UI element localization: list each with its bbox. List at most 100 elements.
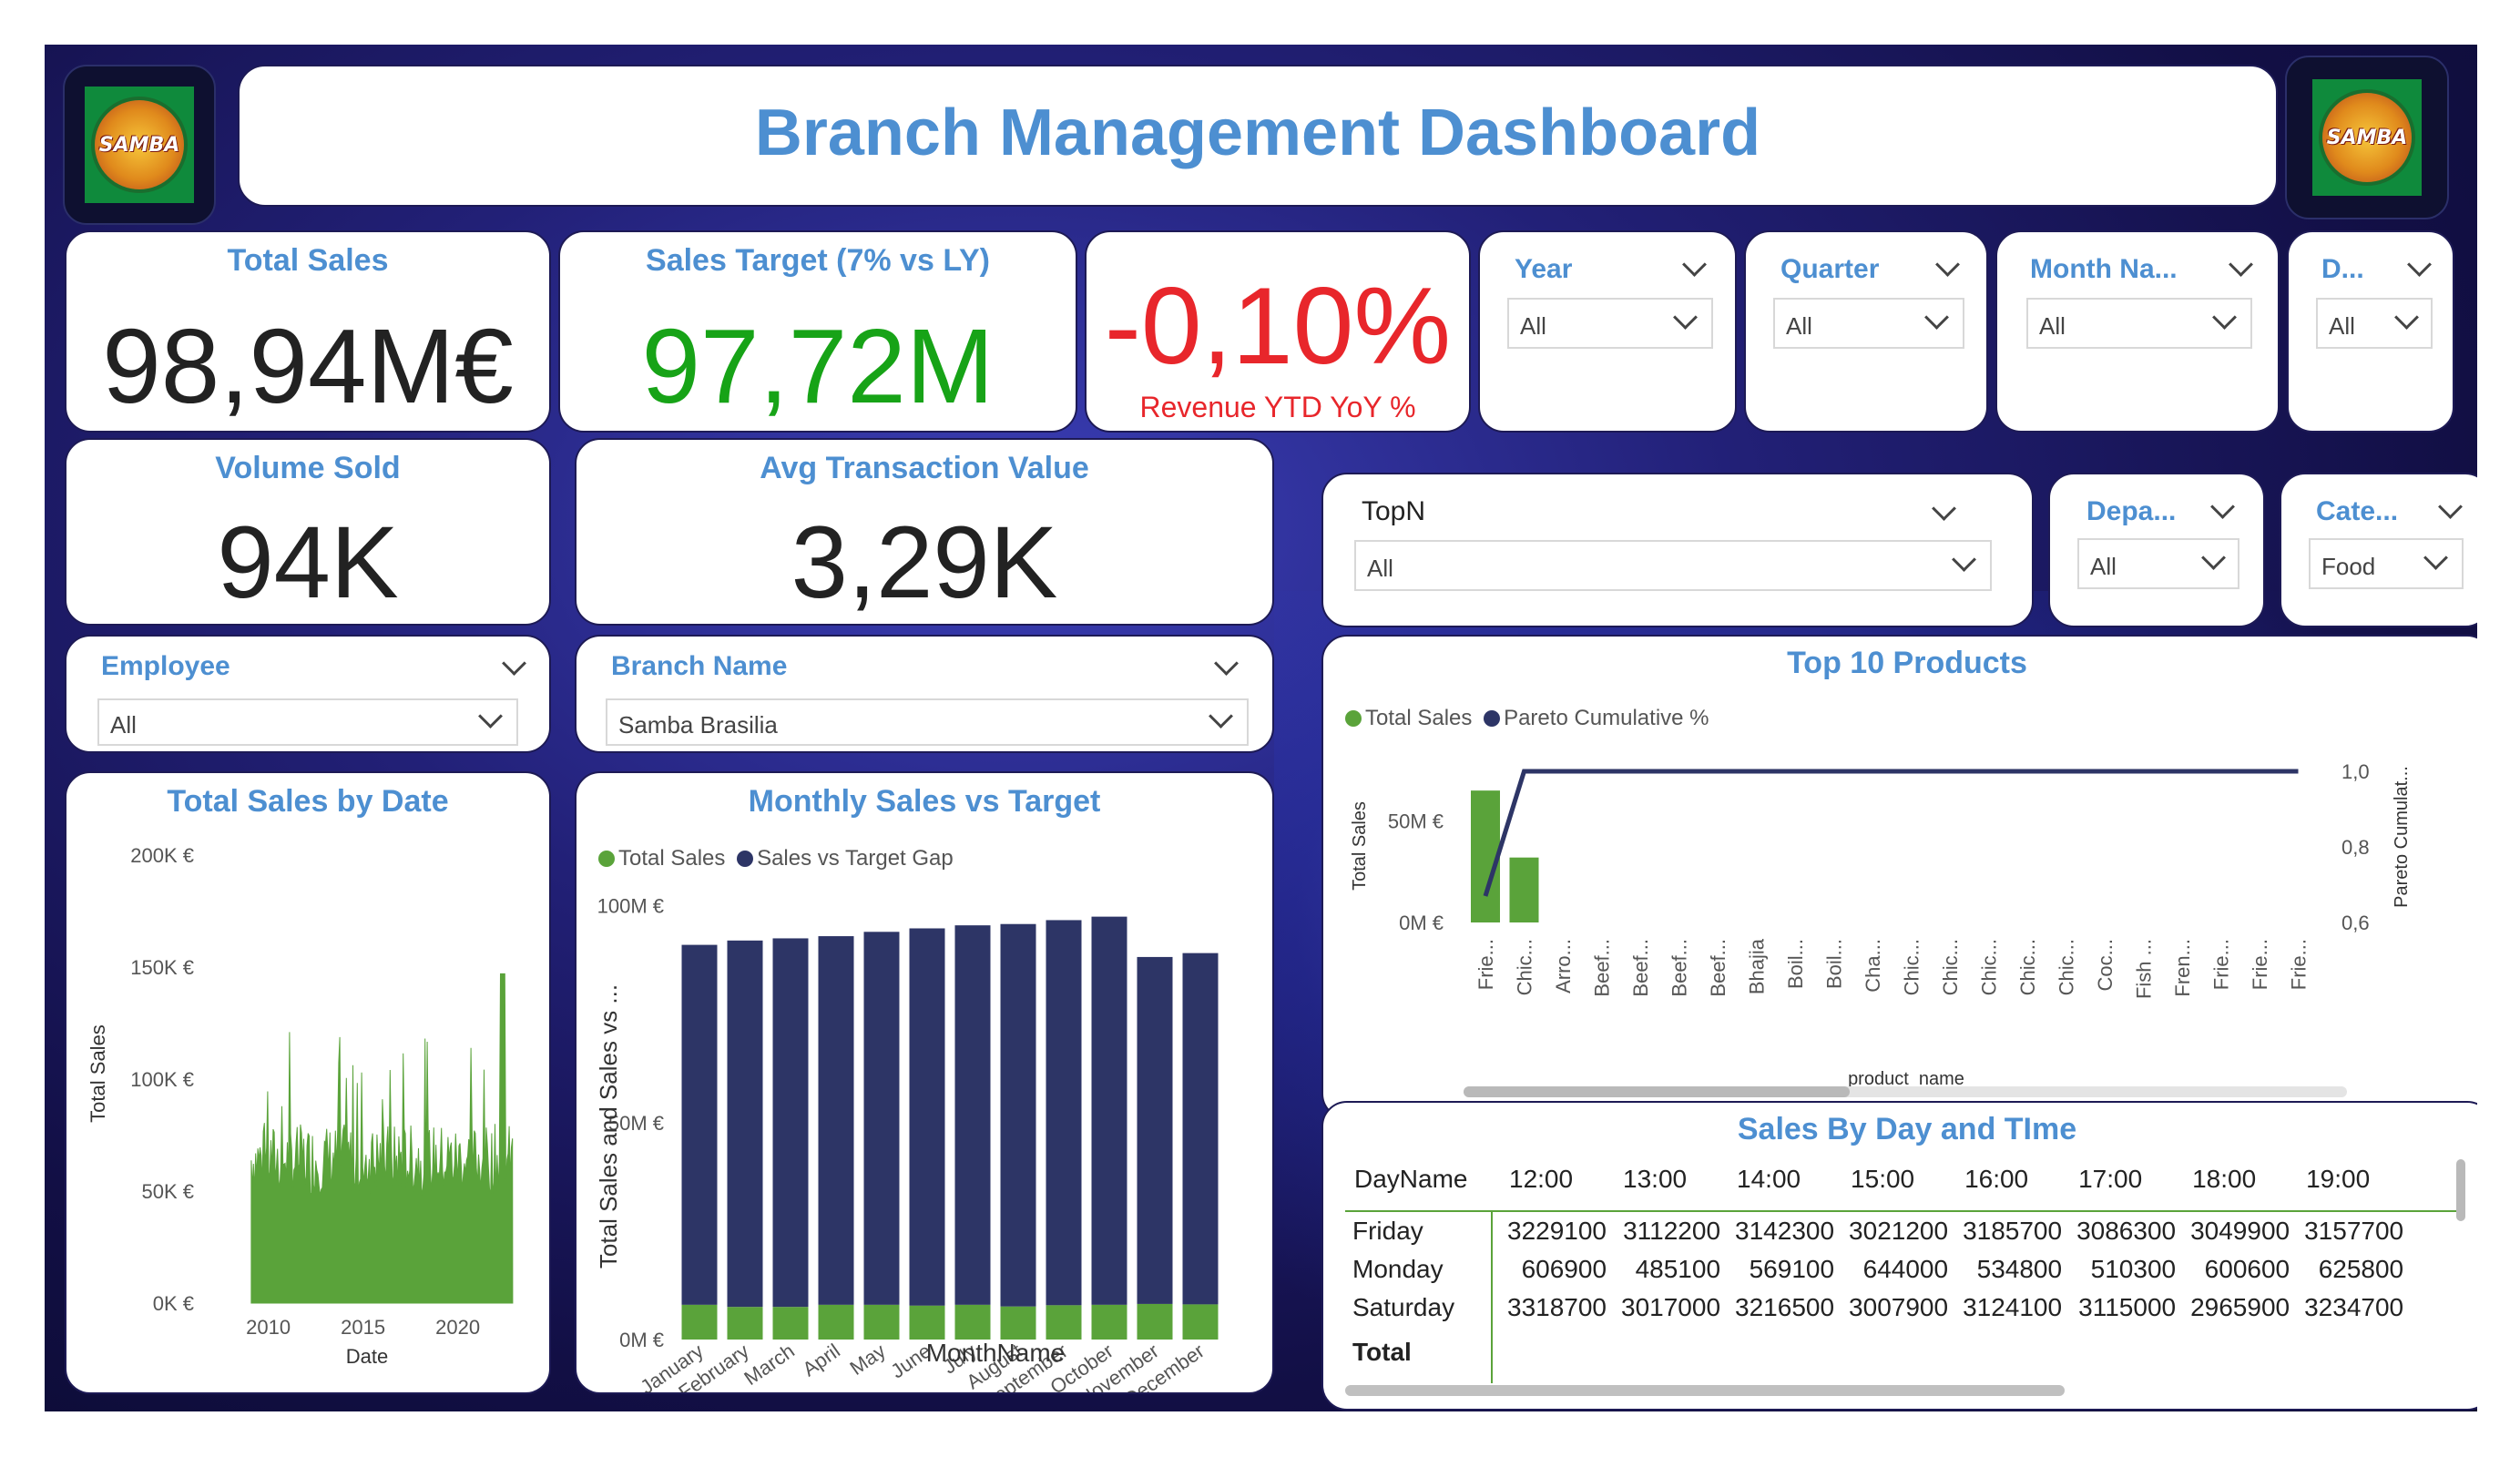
kpi-value: 3,29K xyxy=(791,505,1058,619)
bar-gap xyxy=(1091,916,1127,1305)
slicer-value: Food xyxy=(2321,553,2376,580)
x-tick-label: Boil... xyxy=(1784,939,1807,989)
chart-total-sales-by-date: Total Sales by Date 0K €50K €100K €150K … xyxy=(65,771,551,1394)
slicer-day[interactable]: D... All xyxy=(2287,230,2454,433)
x-tick-label: Cha... xyxy=(1862,939,1884,993)
bar-total-sales xyxy=(909,1305,945,1340)
slicer-employee[interactable]: Employee All xyxy=(65,635,551,753)
slicer-category[interactable]: Cate... Food xyxy=(2280,473,2477,627)
cell-value: 3021200 xyxy=(1849,1217,1949,1245)
y-tick-label: 50M € xyxy=(1388,810,1444,833)
cell-value: 3142300 xyxy=(1735,1217,1835,1245)
title-card: Branch Management Dashboard xyxy=(238,65,2278,207)
kpi-revenue-yoy: -0,10% Revenue YTD YoY % xyxy=(1085,230,1471,433)
slicer-value: All xyxy=(2090,553,2117,580)
x-tick-label: Chic... xyxy=(1939,939,1962,995)
slicer-dropdown[interactable]: All xyxy=(2026,298,2252,349)
slicer-topn[interactable]: TopN All xyxy=(1321,473,2034,627)
x-tick-label: Beef... xyxy=(1707,939,1729,997)
chevron-down-icon[interactable] xyxy=(2210,494,2235,519)
x-tick-label: Bhajia xyxy=(1746,938,1769,994)
chevron-down-icon[interactable] xyxy=(2407,252,2432,277)
row-label-day: Friday xyxy=(1352,1217,1423,1245)
y-tick-label: 0M € xyxy=(1399,912,1444,934)
chevron-down-icon[interactable] xyxy=(1682,252,1707,277)
x-tick-label: Coc... xyxy=(2094,939,2117,991)
vertical-scrollbar-thumb[interactable] xyxy=(2456,1159,2465,1221)
row-label-day: Saturday xyxy=(1352,1293,1455,1321)
chevron-down-icon xyxy=(1209,704,1233,728)
x-tick-label: Chic... xyxy=(1514,939,1536,995)
bar-gap xyxy=(954,925,991,1305)
logo-badge: SAMBA xyxy=(95,100,184,189)
column-header-hour[interactable]: 14:00 xyxy=(1728,1159,1842,1212)
slicer-branch-name[interactable]: Branch Name Samba Brasilia xyxy=(575,635,1274,753)
matrix-body: Friday 3229100 3112200 3142300 3021200 318570… xyxy=(1345,1212,2411,1371)
x-tick-label: Beef... xyxy=(1668,939,1691,997)
slicer-value: All xyxy=(2329,312,2355,340)
chevron-down-icon[interactable] xyxy=(502,651,526,676)
cell-value: 569100 xyxy=(1749,1255,1835,1283)
chevron-down-icon xyxy=(1673,305,1698,330)
slicer-dropdown[interactable]: All xyxy=(1507,298,1713,349)
chevron-down-icon[interactable] xyxy=(2229,252,2253,277)
chevron-down-icon xyxy=(2423,545,2448,570)
column-header-hour[interactable]: 13:00 xyxy=(1614,1159,1728,1212)
column-header-hour[interactable]: 19:00 xyxy=(2297,1159,2411,1212)
column-header-hour[interactable]: 18:00 xyxy=(2183,1159,2297,1212)
horizontal-scrollbar-thumb[interactable] xyxy=(1345,1385,2065,1396)
x-tick-label: Beef... xyxy=(1629,939,1652,997)
bar-total-sales xyxy=(772,1307,809,1340)
slicer-label: Branch Name xyxy=(611,651,788,681)
x-tick-label: Fren... xyxy=(2171,939,2194,997)
matrix-table: DayName 12:00 13:00 14:00 15:00 16:00 17:00 18:… xyxy=(1345,1159,2411,1371)
slicer-dropdown[interactable]: Samba Brasilia xyxy=(606,698,1249,746)
column-header-hour[interactable]: 16:00 xyxy=(1955,1159,2069,1212)
slicer-department[interactable]: Depa... All xyxy=(2048,473,2265,627)
samba-logo-right: SAMBA xyxy=(2312,79,2422,196)
bar-total-sales xyxy=(1000,1306,1036,1340)
chevron-down-icon[interactable] xyxy=(1214,651,1239,676)
chevron-down-icon[interactable] xyxy=(1932,496,1956,521)
slicer-dropdown[interactable]: All xyxy=(1354,540,1992,591)
dashboard-canvas: SAMBA SAMBA Branch Management Dashboard … xyxy=(45,45,2477,1411)
bar-gap xyxy=(772,938,809,1308)
kpi-label: Avg Transaction Value xyxy=(760,451,1089,485)
bar-gap xyxy=(818,936,854,1305)
slicer-dropdown[interactable]: All xyxy=(2316,298,2433,349)
slicer-dropdown[interactable]: Food xyxy=(2309,538,2464,589)
kpi-label: Sales Target (7% vs LY) xyxy=(646,243,990,278)
column-header-hour[interactable]: 15:00 xyxy=(1842,1159,1955,1212)
column-header-dayname[interactable]: DayName xyxy=(1345,1159,1500,1212)
chart-top-10-products: Top 10 Products Total Sales Pareto Cumul… xyxy=(1321,635,2477,1119)
chevron-down-icon xyxy=(2394,305,2419,330)
column-header-hour[interactable]: 12:00 xyxy=(1500,1159,1614,1212)
monthly-chart-svg: 0M €50M €100M €JanuaryFebruaryMarch April… xyxy=(595,895,1219,1392)
x-tick-label: Chic... xyxy=(2016,939,2039,995)
slicer-label: Month Na... xyxy=(2030,254,2178,284)
logo-left-container: SAMBA xyxy=(63,65,216,225)
chevron-down-icon[interactable] xyxy=(1935,252,1960,277)
slicer-quarter[interactable]: Quarter All xyxy=(1744,230,1988,433)
bar-total-sales xyxy=(1182,1304,1219,1340)
table-row: Monday 606900 485100 569100 644000 534800 5103… xyxy=(1345,1250,2411,1289)
x-tick-label: Frie... xyxy=(2288,939,2311,990)
bar-total-sales xyxy=(1046,1305,1082,1340)
slicer-month-name[interactable]: Month Na... All xyxy=(1995,230,2280,433)
slicer-label: Cate... xyxy=(2316,496,2399,526)
horizontal-scrollbar-thumb[interactable] xyxy=(1464,1086,1850,1097)
x-tick-label: March xyxy=(740,1340,798,1391)
cell-value: 534800 xyxy=(1976,1255,2063,1283)
slicer-dropdown[interactable]: All xyxy=(1773,298,1964,349)
y-axis-title: Total Sales xyxy=(87,1024,109,1123)
slicer-dropdown[interactable]: All xyxy=(2077,538,2239,589)
chevron-down-icon[interactable] xyxy=(2438,494,2463,519)
slicer-year[interactable]: Year All xyxy=(1478,230,1737,433)
table-row: Friday 3229100 3112200 3142300 3021200 318570… xyxy=(1345,1212,2411,1250)
samba-logo-left: SAMBA xyxy=(85,87,194,203)
slicer-label: TopN xyxy=(1362,496,1426,526)
column-header-hour[interactable]: 17:00 xyxy=(2069,1159,2183,1212)
cell-value: 3017000 xyxy=(1621,1293,1721,1321)
slicer-dropdown[interactable]: All xyxy=(97,698,518,746)
bar-gap xyxy=(1046,920,1082,1306)
